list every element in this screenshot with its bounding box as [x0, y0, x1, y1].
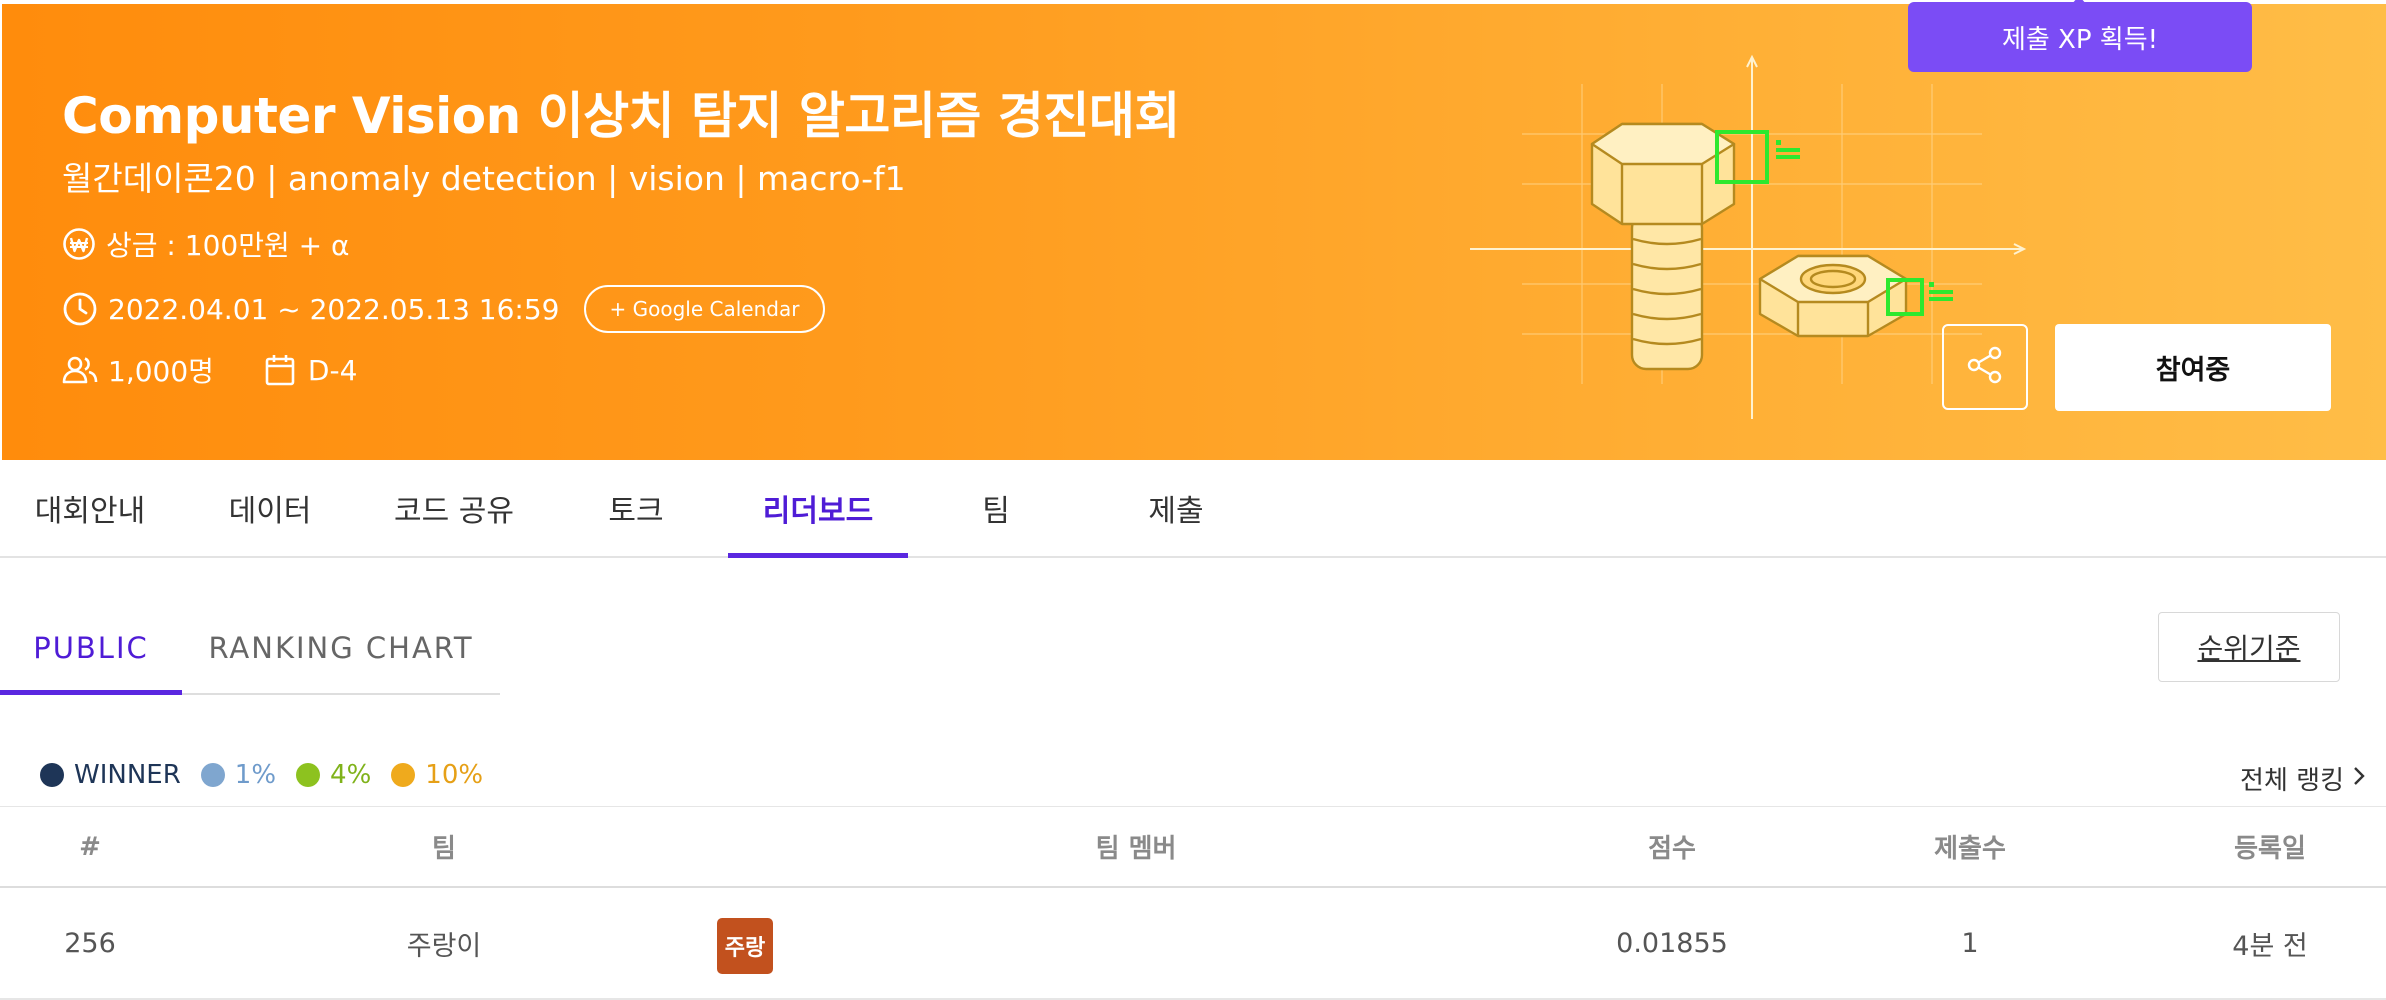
legend-10pct: 10% [391, 760, 483, 790]
table-row[interactable]: 256 주랑이 주랑 0.01855 1 4분 전 [0, 888, 2386, 1000]
legend-1pct: 1% [200, 760, 277, 790]
legend-dot [391, 763, 416, 787]
share-button[interactable] [1942, 324, 2028, 410]
col-members: 팀 멤버 [1095, 834, 1177, 864]
prize-info: 상금 : 100만원 + α [62, 224, 349, 264]
competition-title: Computer Vision 이상치 탐지 알고리즘 경진대회 [62, 87, 1180, 145]
period-info: 2022.04.01 ~ 2022.05.13 16:59 + Google C… [62, 285, 826, 333]
row-registered: 4분 전 [2232, 930, 2308, 962]
tab-submit[interactable]: 제출 [1086, 460, 1266, 556]
calendar-icon [264, 353, 296, 387]
competition-banner: Computer Vision 이상치 탐지 알고리즘 경진대회 월간데이콘20… [2, 4, 2386, 460]
row-submissions: 1 [1961, 927, 1979, 959]
xp-earned-tooltip: 제출 XP 획득! [1908, 0, 2252, 72]
legend-4pct: 4% [296, 760, 371, 790]
ranking-criteria-button[interactable]: 순위기준 [2158, 612, 2340, 682]
tab-talk[interactable]: 토크 [546, 460, 726, 556]
tab-code-share[interactable]: 코드 공유 [364, 460, 544, 556]
people-icon [62, 355, 98, 385]
legend-dot [296, 763, 321, 787]
leaderboard-header: # 팀 팀 멤버 점수 제출수 등록일 [0, 806, 2386, 888]
row-team-name[interactable]: 주랑이 [344, 888, 544, 998]
tab-team[interactable]: 팀 [906, 460, 1086, 556]
row-rank: 256 [64, 927, 116, 959]
col-submissions: 제출수 [1934, 834, 2006, 864]
legend-label: WINNER [74, 760, 181, 790]
tab-leaderboard[interactable]: 리더보드 [728, 460, 908, 558]
meta-info: 1,000명 D-4 [62, 350, 357, 390]
legend-label: 4% [330, 760, 372, 790]
col-team: 팀 [432, 834, 456, 864]
leaderboard-subtabs: PUBLIC RANKING CHART [0, 603, 500, 695]
rank-legend: WINNER 1% 4% 10% [40, 760, 503, 790]
legend-dot [40, 763, 64, 787]
row-score: 0.01855 [1616, 927, 1728, 959]
joined-status-button[interactable]: 참여중 [2055, 324, 2331, 411]
tab-ranking-chart[interactable]: RANKING CHART [182, 603, 500, 693]
tab-data[interactable]: 데이터 [180, 460, 360, 556]
legend-winner: WINNER [40, 760, 181, 790]
tab-public[interactable]: PUBLIC [0, 603, 182, 695]
competition-tags: 월간데이콘20 | anomaly detection | vision | m… [62, 159, 906, 198]
avatar[interactable]: 주랑 [717, 918, 773, 974]
chevron-right-icon [2352, 764, 2366, 794]
tooltip-arrow [2070, 0, 2088, 6]
clock-icon [62, 291, 98, 327]
prize-text: 상금 : 100만원 + α [106, 229, 350, 262]
col-score: 점수 [1648, 834, 1696, 864]
col-registered: 등록일 [2234, 834, 2306, 864]
full-ranking-label: 전체 랭킹 [2240, 766, 2344, 796]
google-calendar-button[interactable]: + Google Calendar [583, 285, 826, 333]
competition-tabs: 대회안내 데이터 코드 공유 토크 리더보드 팀 제출 [0, 460, 2386, 558]
tab-overview[interactable]: 대회안내 [0, 460, 180, 556]
legend-label: 10% [425, 760, 484, 790]
dday-text: D-4 [307, 353, 358, 387]
full-ranking-link[interactable]: 전체 랭킹 [2240, 760, 2366, 797]
col-rank: # [79, 831, 101, 862]
share-icon [1965, 345, 2005, 389]
won-icon [62, 227, 96, 261]
period-text: 2022.04.01 ~ 2022.05.13 16:59 [108, 292, 560, 326]
legend-label: 1% [234, 760, 277, 790]
xp-badge-text: 제출 XP 획득! [2001, 24, 2159, 55]
participants-count: 1,000명 [108, 355, 214, 388]
legend-dot [200, 763, 225, 787]
